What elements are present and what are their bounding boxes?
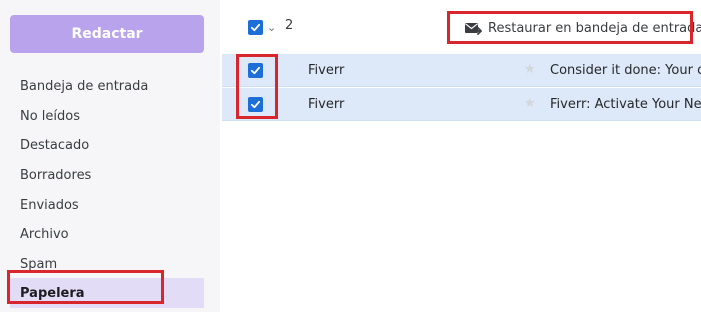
checkmark-icon xyxy=(250,66,261,75)
sidebar: Redactar Bandeja de entrada No leídos De… xyxy=(0,0,220,312)
message-sender: Fiverr xyxy=(308,97,345,112)
checkmark-icon xyxy=(250,100,261,109)
restore-to-inbox-button[interactable]: Restaurar en bandeja de entrada xyxy=(464,14,701,42)
message-row[interactable]: Fiverr ★ Consider it done: Your or xyxy=(222,54,701,87)
row-checkbox[interactable] xyxy=(248,97,263,112)
star-icon[interactable]: ★ xyxy=(524,62,536,77)
message-list-pane: ⌄ 2 Restaurar en bandeja de entrada Five… xyxy=(222,0,701,312)
select-all-checkbox[interactable] xyxy=(248,20,263,35)
message-row[interactable]: Fiverr ★ Fiverr: Activate Your New xyxy=(222,88,701,121)
checkmark-icon xyxy=(250,23,261,32)
restore-label: Restaurar en bandeja de entrada xyxy=(488,20,701,36)
restore-envelope-icon xyxy=(465,23,482,35)
star-icon[interactable]: ★ xyxy=(524,96,536,111)
message-subject: Fiverr: Activate Your New xyxy=(550,97,701,112)
sidebar-item-archive[interactable]: Archivo xyxy=(10,219,204,249)
sidebar-item-drafts[interactable]: Borradores xyxy=(10,160,204,190)
compose-button[interactable]: Redactar xyxy=(10,15,204,53)
row-checkbox[interactable] xyxy=(248,63,263,78)
message-subject: Consider it done: Your or xyxy=(550,63,701,78)
toolbar: ⌄ 2 Restaurar en bandeja de entrada xyxy=(222,0,701,52)
chevron-down-icon[interactable]: ⌄ xyxy=(267,21,276,34)
sidebar-item-unread[interactable]: No leídos xyxy=(10,101,204,131)
sidebar-item-spam[interactable]: Spam xyxy=(10,249,204,279)
selected-count: 2 xyxy=(285,18,294,33)
sidebar-item-inbox[interactable]: Bandeja de entrada xyxy=(10,71,204,101)
mail-app: Redactar Bandeja de entrada No leídos De… xyxy=(0,0,701,312)
sidebar-item-trash[interactable]: Papelera xyxy=(10,278,204,308)
sidebar-item-starred[interactable]: Destacado xyxy=(10,130,204,160)
sidebar-item-sent[interactable]: Enviados xyxy=(10,190,204,220)
message-sender: Fiverr xyxy=(308,63,345,78)
